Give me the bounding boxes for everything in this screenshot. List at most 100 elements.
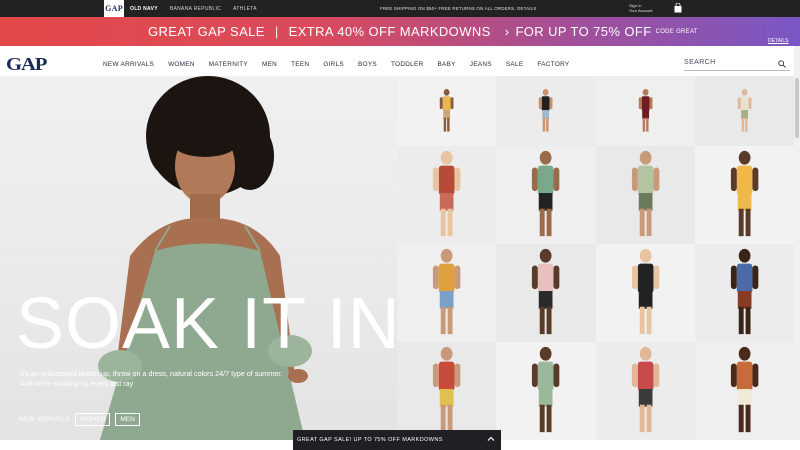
hero-new-arrivals-link[interactable]: NEW ARRIVALS xyxy=(19,416,70,423)
model-photo xyxy=(532,150,560,237)
model-shape xyxy=(641,110,649,119)
model-shape xyxy=(542,88,549,96)
model-shape xyxy=(538,263,554,293)
hero-men-button[interactable]: MEN xyxy=(115,413,140,426)
model-shape xyxy=(638,389,652,407)
promo-banner[interactable]: GREAT GAP SALE | EXTRA 40% OFF MARKDOWNS… xyxy=(0,17,800,46)
model-photo xyxy=(532,346,560,433)
model-shape xyxy=(748,97,752,110)
model-shape xyxy=(745,306,751,335)
nav-women[interactable]: WOMEN xyxy=(168,61,195,68)
nav-teen[interactable]: TEEN xyxy=(291,61,309,68)
model-shape xyxy=(539,97,542,110)
model-photo xyxy=(730,150,759,237)
model-shape xyxy=(639,208,645,237)
nav-boys[interactable]: BOYS xyxy=(358,61,377,68)
model-shape xyxy=(539,404,545,433)
brand-tabs: GAP OLD NAVY BANANA REPUBLIC ATHLETA xyxy=(104,0,263,17)
promo-discount: FOR UP TO 75% OFF xyxy=(515,24,652,39)
chevron-up-icon[interactable] xyxy=(487,435,495,443)
product-tile[interactable] xyxy=(496,342,596,440)
product-tile[interactable] xyxy=(694,76,794,146)
nav-men[interactable]: MEN xyxy=(262,61,277,68)
model-shape xyxy=(745,404,751,433)
product-tile[interactable] xyxy=(397,342,497,440)
model-shape xyxy=(440,150,453,165)
brand-tab-gap[interactable]: GAP xyxy=(104,0,124,17)
scrollbar-thumb[interactable] xyxy=(795,78,799,138)
model-shape xyxy=(752,167,759,192)
model-shape xyxy=(736,165,753,195)
model-shape xyxy=(549,97,553,110)
model-shape xyxy=(737,193,752,211)
model-shape xyxy=(538,361,554,391)
model-shape xyxy=(738,150,751,165)
hero-women-button[interactable]: WOMEN xyxy=(74,413,111,426)
nav-factory[interactable]: FACTORY xyxy=(537,61,569,68)
product-tile[interactable] xyxy=(397,76,497,146)
model-shape xyxy=(546,208,552,237)
model-shape xyxy=(447,306,453,335)
promo-drawer[interactable]: GREAT GAP SALE! UP TO 75% OFF MARKDOWNS xyxy=(293,430,501,450)
product-tile[interactable] xyxy=(694,342,794,440)
model-shape xyxy=(740,110,748,119)
product-tile[interactable] xyxy=(595,76,695,146)
model-shape xyxy=(738,404,744,433)
product-tile[interactable] xyxy=(595,342,695,440)
model-shape xyxy=(539,248,552,263)
brand-tab-banana-republic[interactable]: BANANA REPUBLIC xyxy=(164,0,227,17)
model-photo xyxy=(539,88,553,132)
product-tile[interactable] xyxy=(694,244,794,342)
model-shape xyxy=(539,150,552,165)
model-shape xyxy=(447,117,450,132)
model-shape xyxy=(642,117,645,132)
product-tile[interactable] xyxy=(496,244,596,342)
model-shape xyxy=(553,167,560,192)
hero-banner[interactable]: SOAK IT IN It's an unbuttoned button up,… xyxy=(0,76,397,440)
model-shape xyxy=(443,110,451,119)
product-tile[interactable] xyxy=(496,76,596,146)
model-photo xyxy=(432,346,461,433)
model-shape xyxy=(438,165,455,195)
model-shape xyxy=(454,167,461,192)
model-shape xyxy=(553,363,560,388)
brand-tab-old-navy[interactable]: OLD NAVY xyxy=(124,0,164,17)
model-shape xyxy=(440,306,446,335)
nav-new-arrivals[interactable]: NEW ARRIVALS xyxy=(103,61,154,68)
hero-title: SOAK IT IN xyxy=(16,284,397,364)
product-tile[interactable] xyxy=(397,244,497,342)
model-photo xyxy=(631,346,659,433)
model-shape xyxy=(432,363,439,388)
model-shape xyxy=(737,97,741,110)
model-shape xyxy=(752,363,759,388)
shipping-message[interactable]: FREE SHIPPING ON $50+ FREE RETURNS ON AL… xyxy=(380,0,536,17)
nav-jeans[interactable]: JEANS xyxy=(470,61,492,68)
shopping-bag-icon[interactable] xyxy=(674,3,682,13)
model-shape xyxy=(638,193,652,211)
nav-baby[interactable]: BABY xyxy=(438,61,456,68)
sign-in-link[interactable]: Sign In Your Account xyxy=(629,3,652,13)
model-shape xyxy=(738,208,744,237)
nav-girls[interactable]: GIRLS xyxy=(323,61,344,68)
model-shape xyxy=(741,117,744,132)
promo-text: GREAT GAP SALE | EXTRA 40% OFF MARKDOWNS… xyxy=(148,17,698,46)
search-input[interactable]: SEARCH xyxy=(684,59,716,66)
nav-maternity[interactable]: MATERNITY xyxy=(209,61,248,68)
nav-toddler[interactable]: TODDLER xyxy=(391,61,424,68)
brand-tab-athleta[interactable]: ATHLETA xyxy=(227,0,263,17)
model-photo xyxy=(631,248,659,335)
nav-sale[interactable]: SALE xyxy=(506,61,524,68)
brand-bar: GAP OLD NAVY BANANA REPUBLIC ATHLETA FRE… xyxy=(0,0,800,17)
product-tile[interactable] xyxy=(397,146,497,244)
product-tile[interactable] xyxy=(496,146,596,244)
gap-logo[interactable]: GAP xyxy=(6,54,47,75)
product-tile[interactable] xyxy=(694,146,794,244)
model-shape xyxy=(652,167,659,192)
model-shape xyxy=(440,248,453,263)
model-shape xyxy=(541,96,550,111)
product-tile[interactable] xyxy=(595,244,695,342)
promo-details-link[interactable]: DETAILS xyxy=(768,38,788,44)
model-shape xyxy=(639,150,652,165)
search-icon[interactable] xyxy=(778,60,786,68)
product-tile[interactable] xyxy=(595,146,695,244)
